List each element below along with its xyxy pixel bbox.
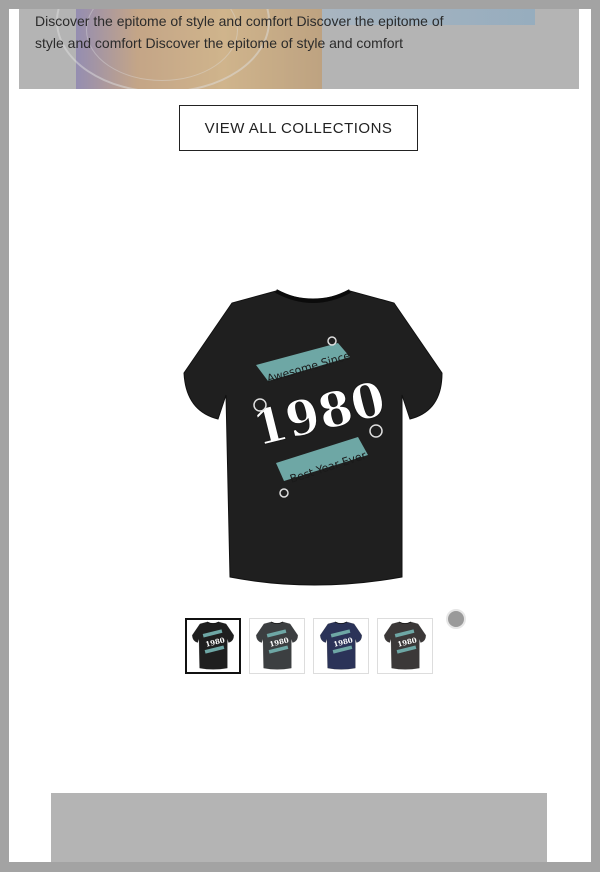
tshirt-image: Awesome Since 1980 Best Year Ever — [183, 289, 443, 586]
product-main-image[interactable]: Awesome Since 1980 Best Year Ever — [180, 285, 446, 595]
bottom-placeholder-panel — [51, 793, 547, 862]
slider-dot[interactable] — [446, 609, 466, 629]
view-all-collections-button[interactable]: VIEW ALL COLLECTIONS — [179, 105, 418, 151]
collection-banner[interactable]: Discover the epitome of style and comfor… — [19, 9, 579, 89]
product-thumbnail-dark-heather[interactable]: 1980 — [377, 618, 433, 674]
tshirt-thumb-image: 1980 — [256, 621, 298, 670]
tshirt-thumb-image: 1980 — [320, 621, 362, 670]
tshirt-thumb-image: 1980 — [192, 621, 234, 670]
product-thumbnail-navy[interactable]: 1980 — [313, 618, 369, 674]
product-thumbnail-black[interactable]: 1980 — [185, 618, 241, 674]
tshirt-thumb-image: 1980 — [384, 621, 426, 670]
product-thumbnail-charcoal[interactable]: 1980 — [249, 618, 305, 674]
product-thumbnails: 1980 1980 1980 1980 — [185, 618, 433, 676]
page: Discover the epitome of style and comfor… — [9, 9, 591, 862]
banner-description: Discover the epitome of style and comfor… — [35, 13, 444, 51]
